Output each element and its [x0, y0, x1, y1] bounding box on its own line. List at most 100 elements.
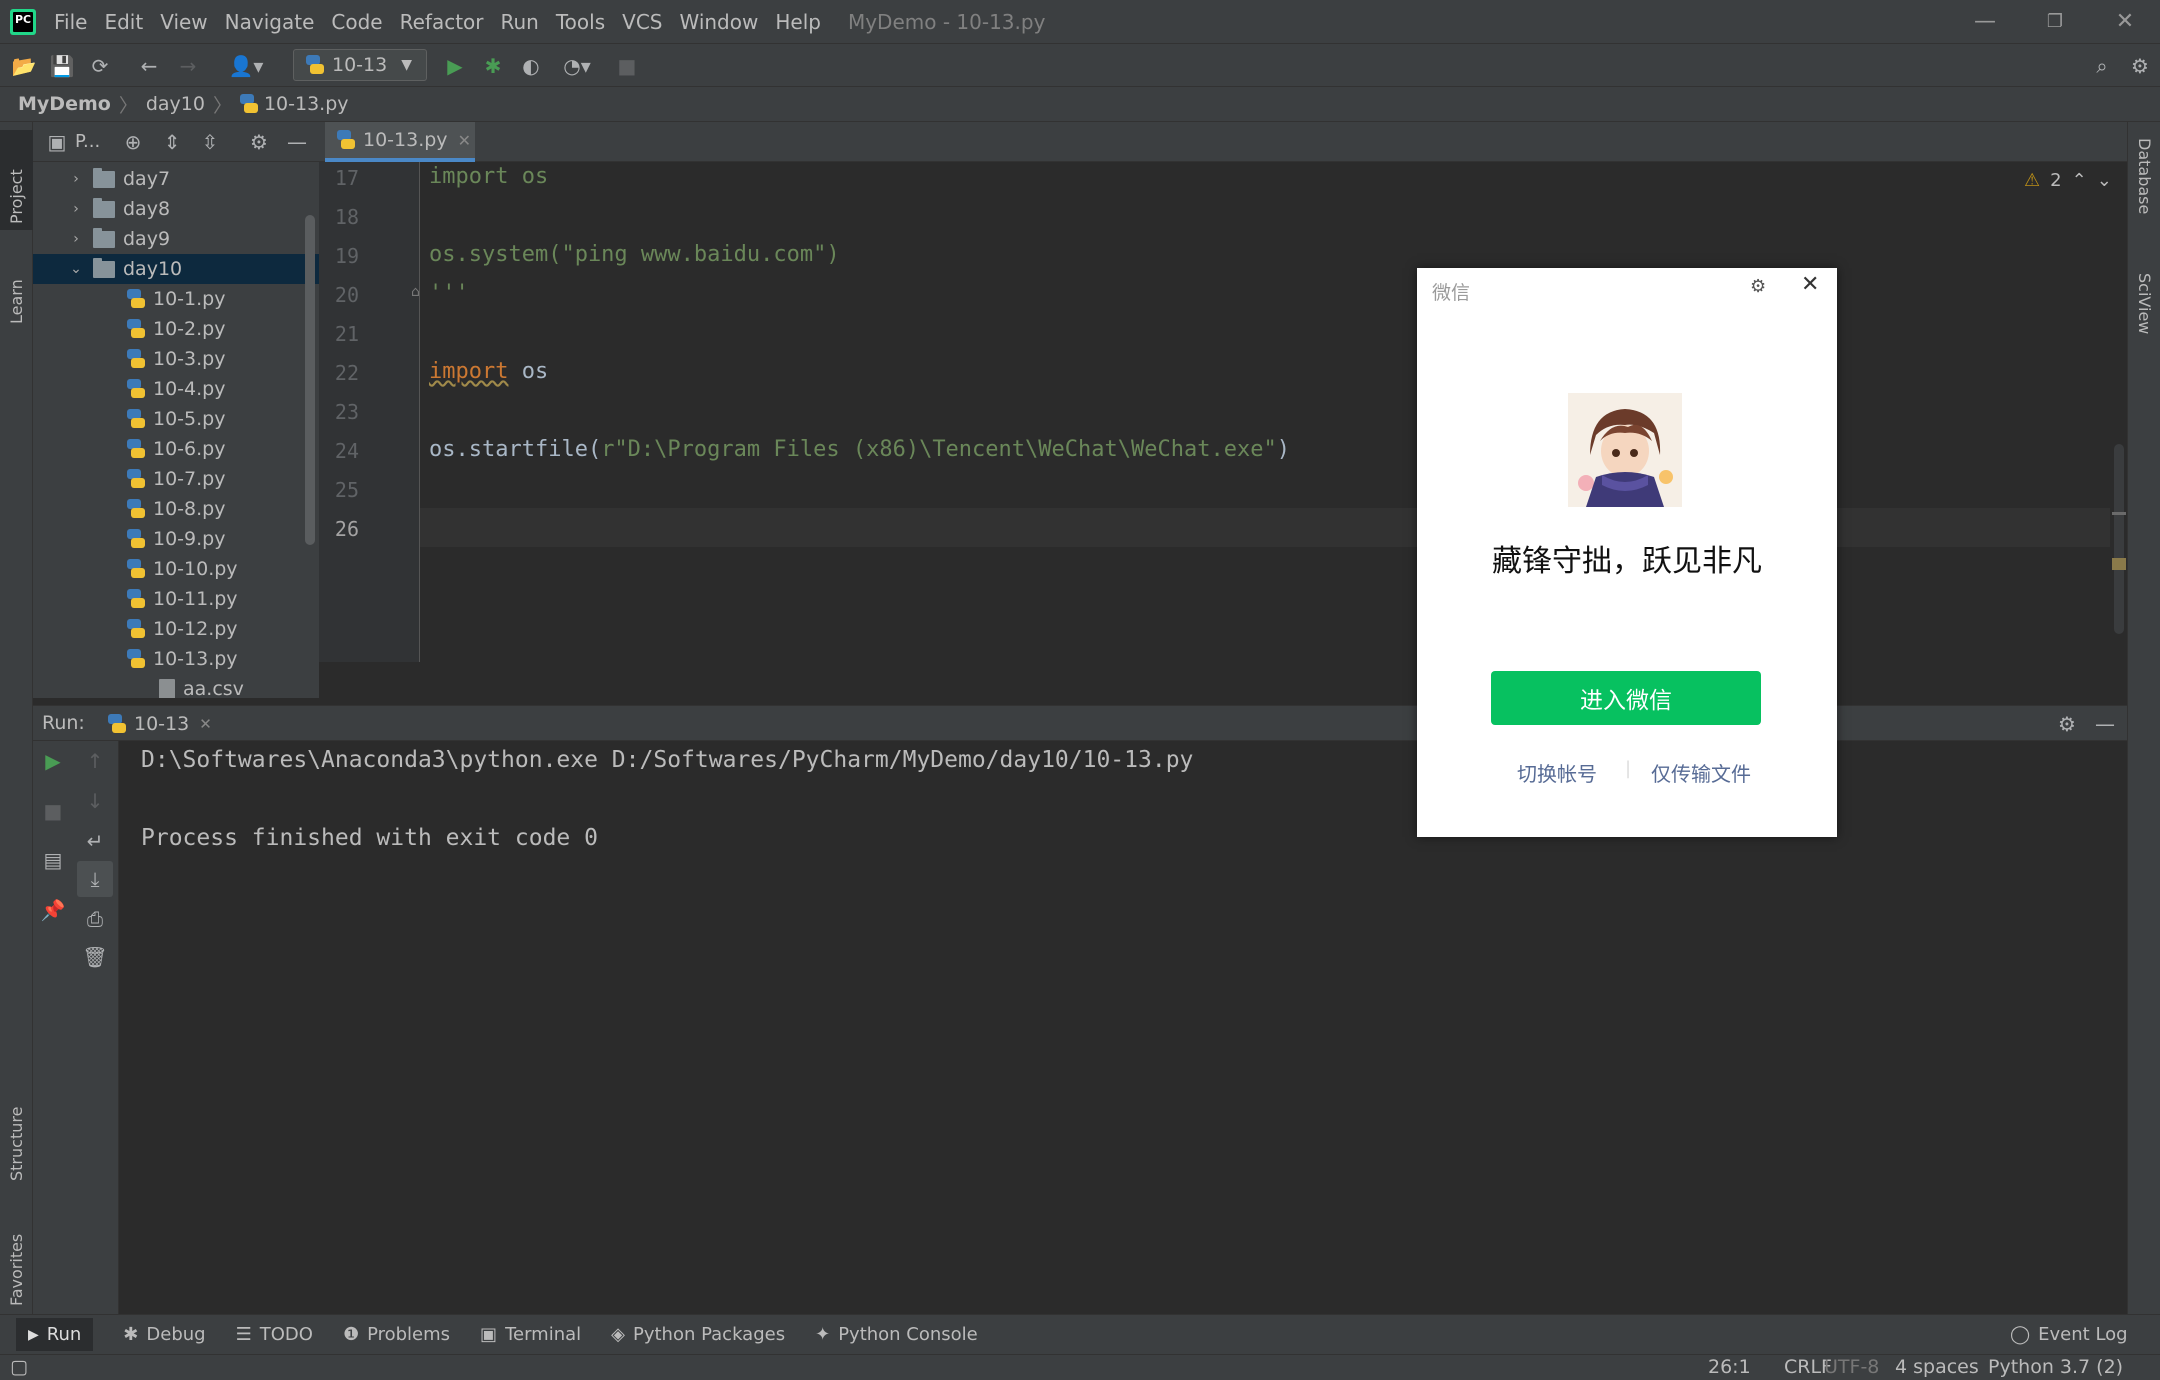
tree-file[interactable]: 10-10.py: [33, 554, 319, 584]
event-log-tab[interactable]: ◯ Event Log: [2010, 1324, 2128, 1345]
problems-tool-tab[interactable]: ❶ Problems: [343, 1324, 450, 1345]
menu-vcs[interactable]: VCS: [622, 10, 662, 34]
switch-account-link[interactable]: 切换帐号: [1517, 758, 1597, 787]
stop-run-icon[interactable]: ■: [35, 793, 71, 829]
settings-gear-icon[interactable]: ⚙: [2126, 52, 2154, 80]
run-tool-tab[interactable]: ▶ Run: [16, 1318, 94, 1351]
tree-file[interactable]: 10-7.py: [33, 464, 319, 494]
todo-tool-tab[interactable]: ☰ TODO: [236, 1324, 313, 1345]
stop-icon[interactable]: ■: [613, 52, 641, 80]
project-view-icon[interactable]: ▣: [43, 128, 71, 156]
code-editor[interactable]: [420, 162, 2110, 662]
menu-navigate[interactable]: Navigate: [225, 10, 315, 34]
file-encoding[interactable]: UTF-8: [1824, 1356, 1879, 1378]
restore-icon[interactable]: ❐: [2020, 0, 2090, 43]
debug-tool-tab[interactable]: ✱ Debug: [123, 1324, 205, 1345]
indent-setting[interactable]: 4 spaces: [1895, 1356, 1979, 1378]
scroll-up-icon[interactable]: ↑: [77, 743, 113, 779]
close-tab-icon[interactable]: ✕: [458, 131, 471, 150]
tree-file[interactable]: 10-11.py: [33, 584, 319, 614]
chevron-up-icon[interactable]: ⌃: [2072, 170, 2087, 191]
close-window-icon[interactable]: ✕: [2090, 0, 2160, 43]
editor-scrollbar[interactable]: [2110, 162, 2127, 662]
tree-folder-day7[interactable]: › day7: [33, 164, 319, 194]
tree-folder-day8[interactable]: › day8: [33, 194, 319, 224]
terminal-tool-tab[interactable]: ▣ Terminal: [480, 1324, 581, 1345]
profile-icon[interactable]: ◔▾: [555, 52, 599, 80]
tree-file[interactable]: 10-9.py: [33, 524, 319, 554]
hide-run-panel-icon[interactable]: —: [2091, 710, 2119, 738]
expand-all-icon[interactable]: ⇕: [158, 128, 186, 156]
caret-position[interactable]: 26:1: [1708, 1356, 1751, 1378]
tree-file[interactable]: 10-4.py: [33, 374, 319, 404]
breadcrumb-project[interactable]: MyDemo: [18, 93, 111, 115]
wechat-close-icon[interactable]: ✕: [1801, 272, 1819, 297]
scroll-to-end-icon[interactable]: ⤓: [77, 861, 113, 897]
search-icon[interactable]: ⌕: [2088, 52, 2116, 80]
rerun-icon[interactable]: ▶: [35, 743, 71, 779]
user-icon[interactable]: 👤▾: [226, 52, 266, 80]
sciview-tool-tab[interactable]: SciView: [2128, 267, 2160, 377]
tree-file[interactable]: aa.csv: [33, 674, 319, 698]
collapse-all-icon[interactable]: ⇳: [196, 128, 224, 156]
run-settings-icon[interactable]: ⚙: [2053, 710, 2081, 738]
tree-file[interactable]: 10-6.py: [33, 434, 319, 464]
breadcrumb-file[interactable]: 10-13.py: [264, 93, 349, 115]
forward-arrow-icon[interactable]: →: [174, 52, 202, 80]
menu-run[interactable]: Run: [501, 10, 539, 34]
scroll-down-icon[interactable]: ↓: [77, 783, 113, 819]
run-tab[interactable]: 10-13 ✕: [108, 706, 212, 742]
favorites-tool-tab[interactable]: Favorites: [0, 1202, 33, 1312]
tree-file[interactable]: 10-12.py: [33, 614, 319, 644]
debug-icon[interactable]: ✱: [479, 52, 507, 80]
menu-view[interactable]: View: [160, 10, 207, 34]
menu-code[interactable]: Code: [331, 10, 382, 34]
menu-window[interactable]: Window: [679, 10, 758, 34]
locate-icon[interactable]: ⊕: [119, 128, 147, 156]
trash-icon[interactable]: 🗑: [77, 939, 113, 975]
close-tab-icon[interactable]: ✕: [199, 715, 212, 733]
minimize-icon[interactable]: —: [1950, 0, 2020, 43]
project-view-dropdown[interactable]: P...: [75, 131, 100, 152]
database-tool-tab[interactable]: Database: [2128, 132, 2160, 262]
project-tool-tab[interactable]: Project: [0, 130, 33, 230]
run-config-dropdown[interactable]: 10-13 ▼: [293, 49, 427, 81]
tree-file[interactable]: 10-5.py: [33, 404, 319, 434]
coverage-icon[interactable]: ◐: [517, 52, 545, 80]
wechat-settings-gear-icon[interactable]: ⚙: [1750, 276, 1766, 297]
breadcrumb-folder[interactable]: day10: [146, 93, 205, 115]
panel-settings-icon[interactable]: ⚙: [245, 128, 273, 156]
menu-tools[interactable]: Tools: [556, 10, 605, 34]
hide-panel-icon[interactable]: —: [283, 128, 311, 156]
print-icon[interactable]: ⎙: [77, 901, 113, 937]
menu-edit[interactable]: Edit: [104, 10, 143, 34]
scroll-thumb[interactable]: [2114, 444, 2124, 634]
tree-file[interactable]: 10-8.py: [33, 494, 319, 524]
menu-help[interactable]: Help: [775, 10, 821, 34]
sync-icon[interactable]: ⟳: [86, 52, 114, 80]
menu-file[interactable]: File: [54, 10, 87, 34]
python-console-tool-tab[interactable]: ✦ Python Console: [815, 1324, 978, 1345]
project-scrollbar[interactable]: [305, 215, 315, 545]
editor-tab[interactable]: 10-13.py ✕: [325, 122, 475, 162]
layout-toggle-icon[interactable]: ▢: [10, 1356, 28, 1378]
tree-folder-day9[interactable]: › day9: [33, 224, 319, 254]
tree-file[interactable]: 10-2.py: [33, 314, 319, 344]
tree-file[interactable]: 10-13.py: [33, 644, 319, 674]
menu-refactor[interactable]: Refactor: [400, 10, 484, 34]
learn-tool-tab[interactable]: Learn: [0, 240, 33, 330]
layout-icon[interactable]: ▤: [35, 842, 71, 878]
python-interpreter[interactable]: Python 3.7 (2): [1988, 1356, 2123, 1378]
tree-file[interactable]: 10-1.py: [33, 284, 319, 314]
enter-wechat-button[interactable]: 进入微信: [1491, 671, 1761, 725]
inspection-widget[interactable]: ⚠ 2 ⌃ ⌄: [2024, 170, 2112, 191]
pin-icon[interactable]: 📌: [35, 892, 71, 928]
python-packages-tool-tab[interactable]: ◈ Python Packages: [611, 1324, 785, 1345]
run-icon[interactable]: ▶: [441, 52, 469, 80]
open-folder-icon[interactable]: 📂: [10, 52, 38, 80]
file-transfer-only-link[interactable]: 仅传输文件: [1651, 758, 1751, 787]
soft-wrap-icon[interactable]: ↵: [77, 823, 113, 859]
save-icon[interactable]: 💾: [48, 52, 76, 80]
tree-file[interactable]: 10-3.py: [33, 344, 319, 374]
back-arrow-icon[interactable]: ←: [135, 52, 163, 80]
